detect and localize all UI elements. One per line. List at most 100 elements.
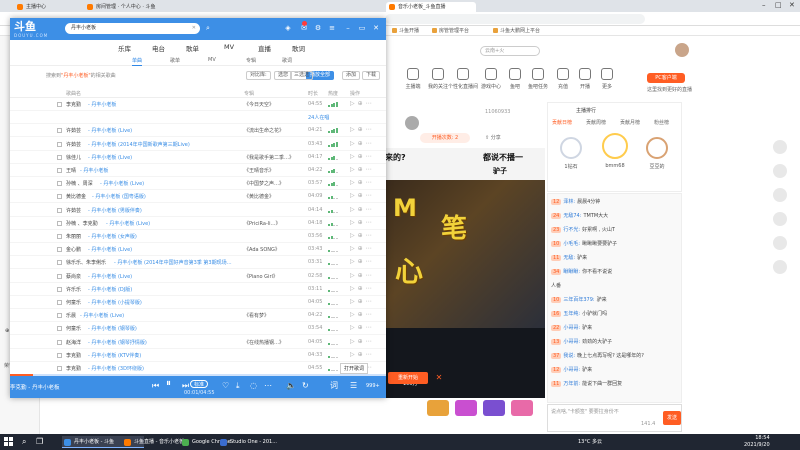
song-title[interactable]: - 丹丰小老板 (2014年中国新歌声第三期Live)	[88, 141, 190, 148]
douyu-search-input[interactable]: 云南+火	[480, 46, 540, 56]
comment-icon[interactable]: ◌	[250, 381, 257, 391]
toolbar-button[interactable]: 下载	[362, 71, 381, 80]
task-view-icon[interactable]: ❐	[36, 437, 43, 446]
song-album[interactable]: 《看有梦》	[244, 312, 300, 319]
row-checkbox[interactable]	[57, 352, 62, 358]
chat-nickname[interactable]: 小哥哥:	[563, 325, 580, 331]
song-title[interactable]: - 丹丰小老板 (Live)	[106, 220, 150, 227]
song-album[interactable]: 《今日天空》	[244, 101, 300, 108]
song-title[interactable]: - 丹丰小老板 (钢琴抒情版)	[88, 339, 147, 346]
close-icon[interactable]: ✕	[372, 24, 380, 32]
table-row[interactable]: 乐晨 - 丹丰小老板 (Live) 《看有梦》 04:22 ▷⊕⋯	[10, 309, 386, 323]
song-album[interactable]: 《PriciRa-li…》	[244, 220, 300, 227]
clear-search-icon[interactable]: ✕	[192, 23, 196, 34]
row-actions-icon[interactable]: ▷⊕⋯	[350, 166, 375, 173]
player-menu-item[interactable]: 电台	[152, 43, 165, 53]
song-title[interactable]: - 丹丰小老板	[88, 101, 116, 108]
row-actions-icon[interactable]: ▷⊕⋯	[350, 272, 375, 279]
table-row[interactable]: 王晴 - 丹丰小老板 《王晴音乐》 04:22 ▷⊕⋯	[10, 164, 386, 177]
row-actions-icon[interactable]: ▷⊕⋯	[350, 219, 375, 226]
row-checkbox[interactable]	[57, 102, 62, 107]
player-search-input[interactable]: 丹丰小老板 ✕	[65, 23, 200, 34]
player-sub-tab[interactable]: 专辑	[246, 57, 256, 64]
song-title[interactable]: - 丹丰小老板 (男版伴奏)	[88, 207, 142, 214]
row-checkbox[interactable]	[57, 168, 62, 173]
loop-icon[interactable]: ↻	[302, 381, 309, 391]
side-circle-icon[interactable]	[773, 188, 787, 202]
minimize-icon[interactable]: –	[762, 1, 766, 9]
menu-icon[interactable]: ≡	[328, 24, 336, 32]
song-title[interactable]: - 丹丰小老板 (Live)	[100, 180, 144, 187]
maximize-icon[interactable]: □	[775, 1, 782, 9]
row-checkbox[interactable]	[57, 141, 62, 147]
bookmark-item[interactable]: 斗鱼大鹏网上平台	[493, 27, 540, 34]
prev-icon[interactable]: ⏮	[152, 381, 159, 391]
like-icon[interactable]: ♡	[222, 381, 229, 391]
table-row[interactable]: 许茹芸 - 丹丰小老板 (Live) 《流出生命之花》 04:21 ▷⊕⋯	[10, 124, 386, 138]
side-circle-icon[interactable]	[773, 164, 787, 178]
row-actions-icon[interactable]: ▷⊕⋯	[350, 351, 375, 358]
row-checkbox[interactable]	[57, 234, 62, 239]
row-actions-icon[interactable]: ▷⊕⋯	[350, 285, 375, 292]
game-tile[interactable]	[455, 400, 477, 416]
song-album[interactable]: 《在线热播钢…》	[244, 339, 300, 346]
rank-avatar[interactable]	[602, 133, 628, 159]
minimize-icon[interactable]: –	[344, 24, 352, 32]
song-title[interactable]: - 丹丰小老板 (Live)	[80, 312, 124, 319]
row-actions-icon[interactable]: ▷⊕⋯	[350, 232, 375, 239]
table-row[interactable]: 李克勤 - 丹丰小老板 (KTV伴奏) 04:33 ▷⊕⋯	[10, 349, 386, 362]
table-row[interactable]: 许茹芸 - 丹丰小老板 (男版伴奏) 04:14 ▷⊕⋯	[10, 204, 386, 217]
side-circle-icon[interactable]	[773, 212, 787, 226]
settings-icon[interactable]: ⚙	[314, 24, 322, 32]
chat-nickname[interactable]: 我说:	[563, 353, 575, 359]
volume-icon[interactable]: 🔈	[286, 381, 296, 391]
skin-icon[interactable]: ◈	[284, 24, 292, 32]
room-avatar[interactable]	[405, 116, 419, 130]
browser-tab[interactable]: 主播中心	[14, 2, 69, 12]
song-album[interactable]: 《我是歌手第二季…》	[244, 154, 300, 161]
row-checkbox[interactable]	[57, 366, 62, 371]
weather-widget[interactable]: 13°C 多云	[578, 438, 602, 445]
row-actions-icon[interactable]: ▷⊕⋯	[350, 206, 375, 213]
row-checkbox[interactable]	[57, 273, 62, 279]
song-title[interactable]: - 丹丰小老板 (DJ版)	[88, 286, 132, 293]
song-title[interactable]: - 丹丰小老板 (Live)	[88, 246, 132, 253]
song-title[interactable]: - 丹丰小老板 (3D环绕版)	[88, 365, 144, 372]
row-checkbox[interactable]	[57, 339, 62, 345]
toolbar-button[interactable]: 对比库:	[246, 71, 271, 80]
side-circle-icon[interactable]	[773, 140, 787, 154]
toolbar-button[interactable]: 三选选	[290, 71, 314, 80]
user-avatar[interactable]	[675, 43, 689, 57]
download-icon[interactable]: ⤓	[236, 381, 240, 391]
pc-client-button[interactable]: PC客户端	[647, 73, 685, 83]
table-row[interactable]: 徐乐乐、朱李俐乐 - 丹丰小老板 (2014年中国好声音第3季 第3期现场… 03:…	[10, 256, 386, 270]
song-album[interactable]: 《中国梦之声…》	[244, 180, 300, 187]
table-row[interactable]: 赵海洋 - 丹丰小老板 (钢琴抒情版) 《在线热播钢…》 04:05 ▷⊕⋯	[10, 336, 386, 349]
row-checkbox[interactable]	[57, 181, 62, 187]
player-menu-item[interactable]: 乐库	[118, 43, 131, 53]
song-album[interactable]: 《Ada SONG》	[244, 246, 300, 253]
browser-tab[interactable]: 房间管理 · 个人中心 · 斗鱼	[84, 2, 184, 12]
song-title[interactable]: - 丹丰小老板	[80, 167, 108, 174]
player-sub-tab[interactable]: MV	[208, 57, 216, 63]
song-album[interactable]: 《Piano Girl》	[244, 273, 300, 280]
table-row[interactable]: 孙楠 、周深 - 丹丰小老板 (Live) 《中国梦之声…》 03:57 ▷⊕⋯	[10, 177, 386, 191]
row-checkbox[interactable]	[57, 326, 62, 332]
song-title[interactable]: - 丹丰小老板 (钢琴版)	[88, 325, 137, 332]
restart-button[interactable]: 重新开始	[388, 372, 428, 384]
player-sub-tab[interactable]: 歌词	[282, 57, 292, 64]
row-checkbox[interactable]	[57, 313, 62, 319]
table-row[interactable]: 许茹芸 - 丹丰小老板 (2014年中国新歌声第三期Live) 03:43 ▷⊕⋯	[10, 138, 386, 151]
bookmark-item[interactable]: 房管管理平台	[432, 27, 469, 34]
chat-nickname[interactable]: 万年前:	[563, 381, 580, 387]
row-actions-icon[interactable]: ▷⊕⋯	[350, 192, 375, 199]
song-album[interactable]: 24人在唱	[308, 114, 364, 121]
chat-nickname[interactable]: 泽林:	[563, 199, 575, 205]
chat-nickname[interactable]: 小哥哥:	[563, 339, 580, 345]
mini-mode-icon[interactable]: ▭	[358, 24, 366, 32]
chat-nickname[interactable]: 五年纯:	[563, 311, 580, 317]
row-checkbox[interactable]	[57, 300, 62, 305]
browser-tab[interactable]: 音乐小老板_斗鱼直播	[386, 2, 476, 12]
row-actions-icon[interactable]: ▷⊕⋯	[350, 140, 375, 147]
close-icon[interactable]: ✕	[433, 372, 445, 384]
